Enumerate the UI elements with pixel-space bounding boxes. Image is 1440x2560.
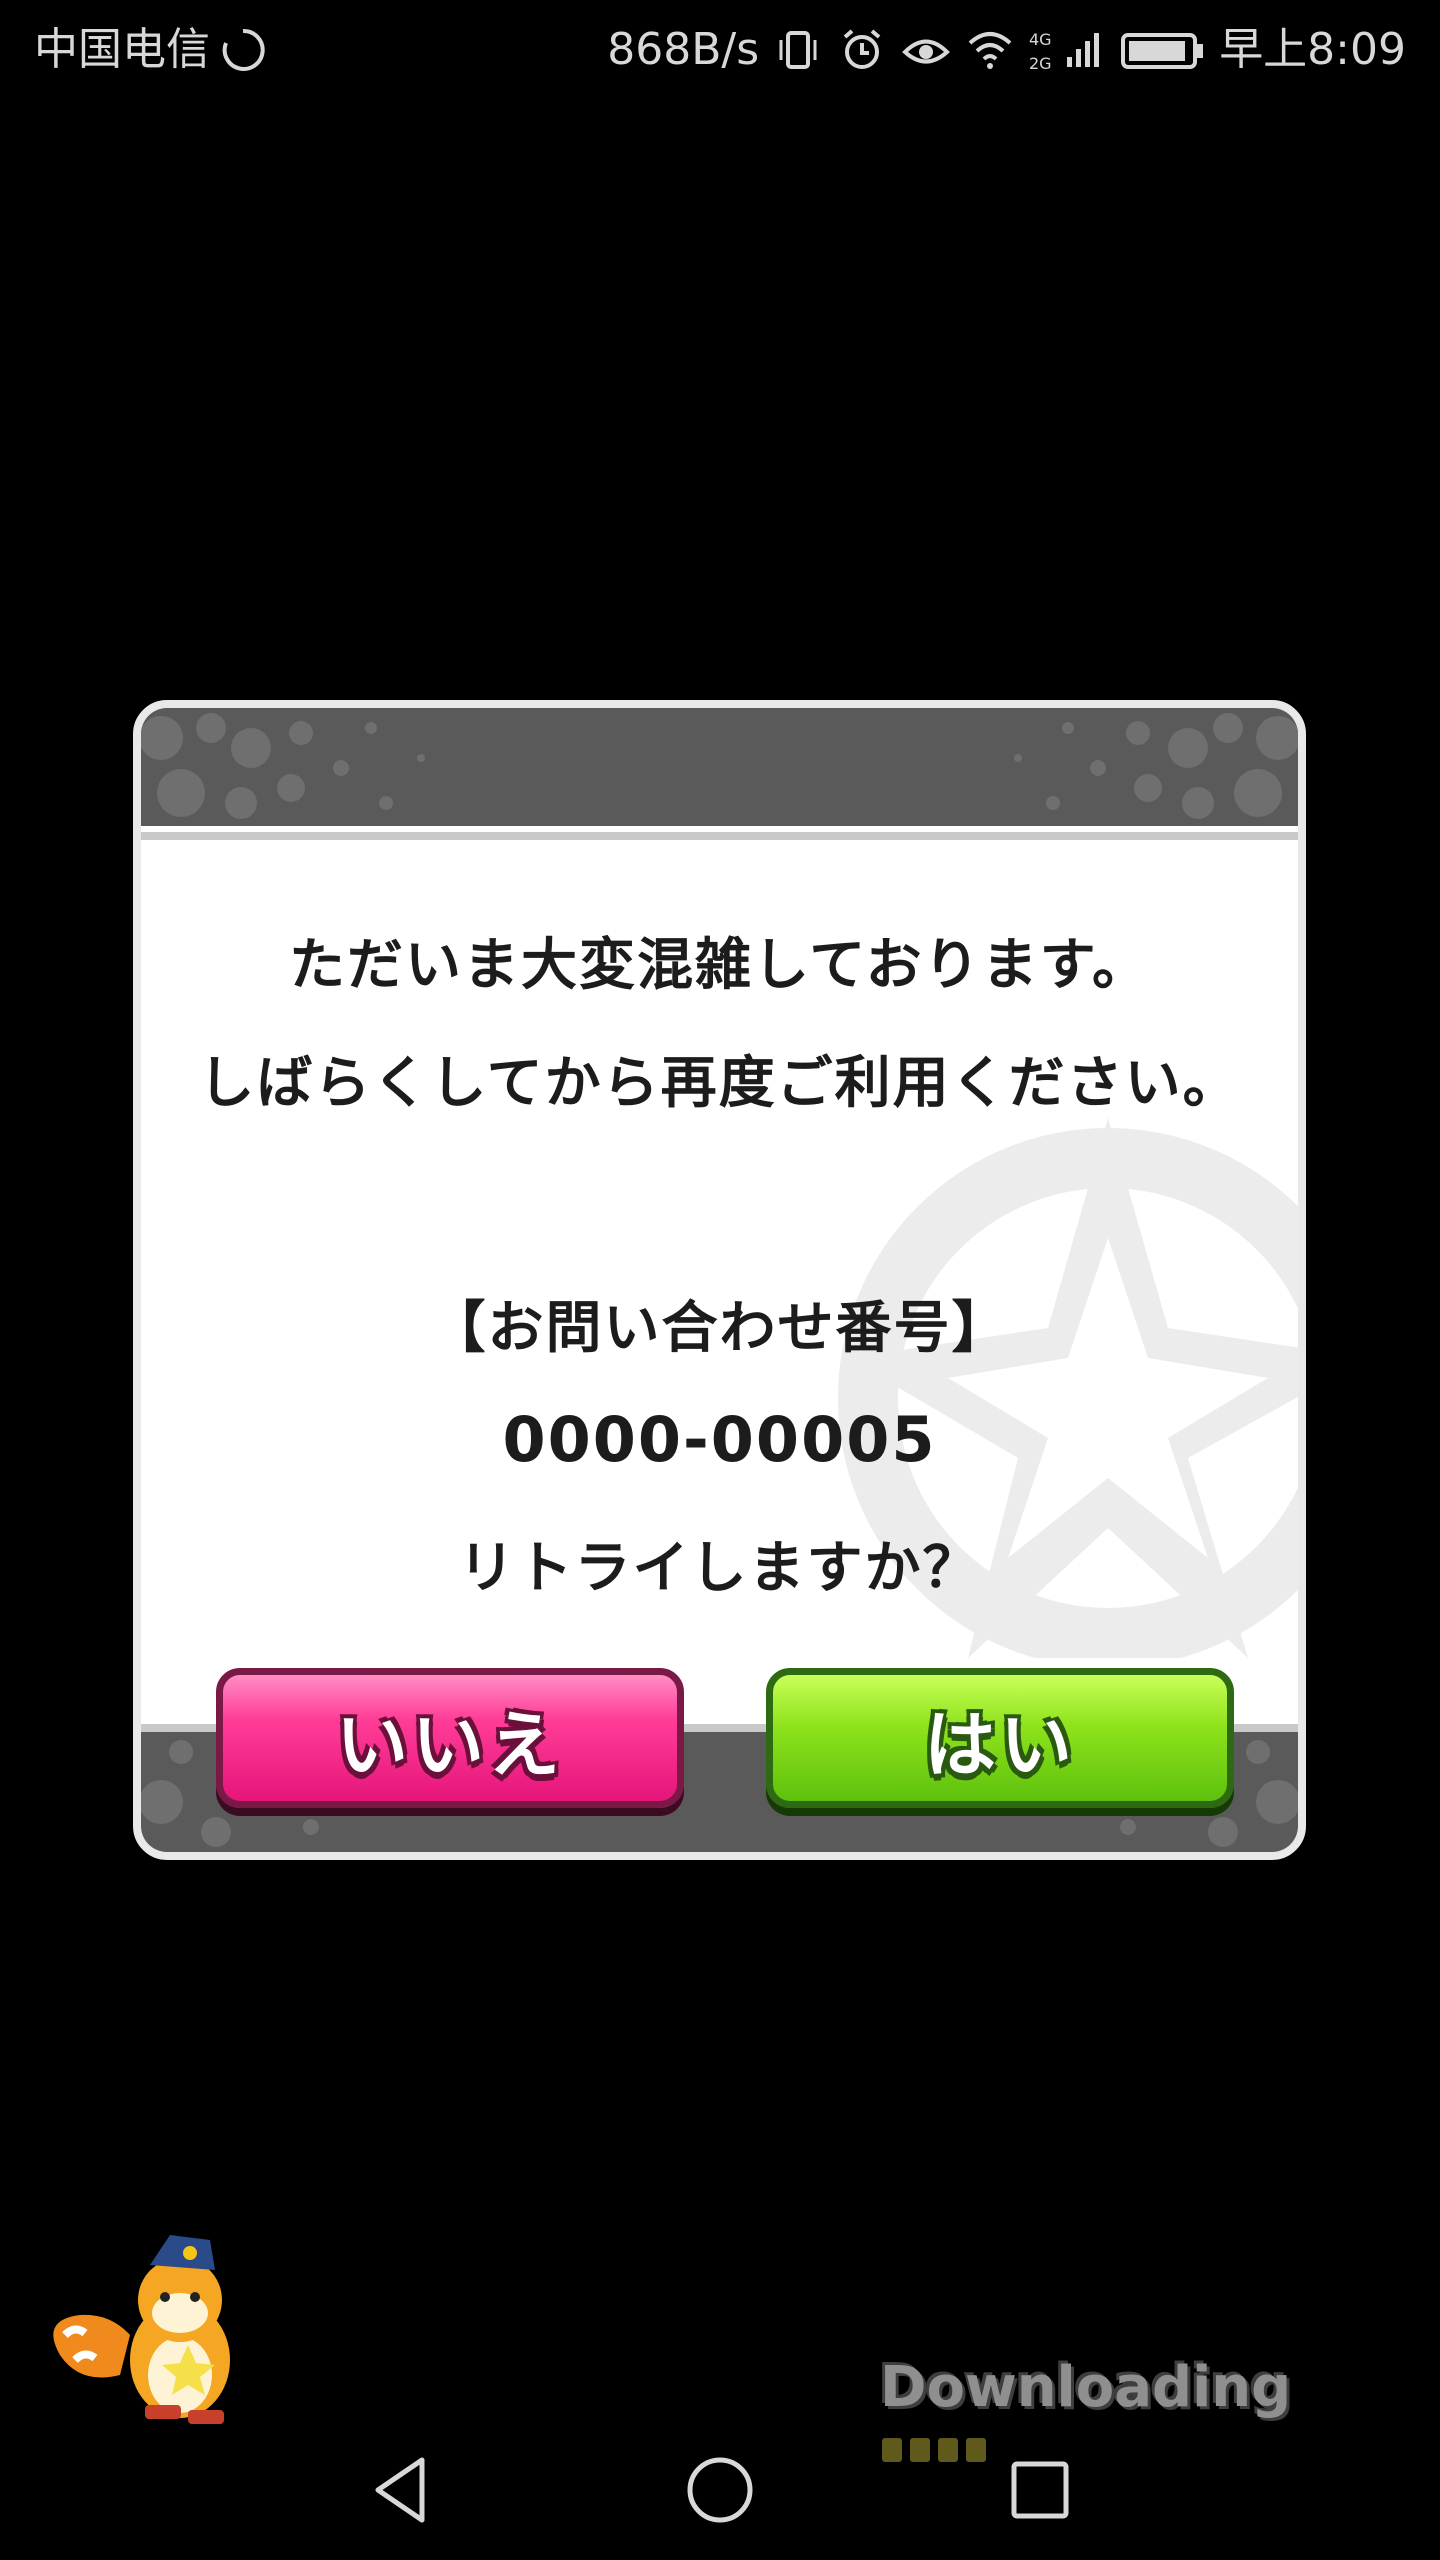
status-bar: 中国电信 868B/s 4G 2G 早上8:09 — [0, 0, 1440, 100]
dot-pattern — [1014, 713, 1298, 819]
wifi-icon — [965, 25, 1015, 75]
downloading-label: Downloading — [880, 2355, 1292, 2420]
dot-pattern — [141, 713, 425, 819]
message-line-2: しばらくしてから再度ご利用ください。 — [198, 1051, 1241, 1116]
net-speed: 868B/s — [607, 24, 760, 75]
dialog-header-divider — [141, 826, 1298, 840]
clock: 早上8:09 — [1219, 24, 1406, 75]
inquiry-label: 【お問い合わせ番号】 — [429, 1296, 1010, 1361]
signal-icon: 4G 2G — [1029, 25, 1107, 75]
vibrate-icon — [773, 25, 823, 75]
carrier-name: 中国电信 — [34, 24, 210, 75]
navigation-bar — [0, 2420, 1440, 2560]
yes-button[interactable]: はい — [766, 1668, 1234, 1808]
message-line-1: ただいま大変混雑しております。 — [288, 933, 1151, 998]
no-button[interactable]: いいえ — [216, 1668, 684, 1808]
svg-text:2G: 2G — [1029, 54, 1052, 73]
home-icon[interactable] — [680, 2450, 760, 2530]
dialog-header-band — [141, 708, 1298, 826]
battery-icon — [1121, 25, 1205, 75]
tanuki-mascot-icon — [53, 2235, 230, 2424]
alarm-icon — [837, 25, 887, 75]
eye-icon — [901, 25, 951, 75]
loading-spinner-icon — [218, 25, 268, 75]
recent-apps-icon[interactable] — [1000, 2450, 1080, 2530]
busy-server-dialog: ただいま大変混雑しております。 しばらくしてから再度ご利用ください。 【お問い合… — [133, 700, 1306, 1860]
retry-question: リトライしますか？ — [458, 1536, 981, 1601]
inquiry-number: 0000-00005 — [502, 1403, 937, 1476]
back-icon[interactable] — [360, 2450, 440, 2530]
screen: 中国电信 868B/s 4G 2G 早上8:09 ただいま大変混雑しております。… — [0, 0, 1440, 2560]
svg-text:4G: 4G — [1029, 30, 1052, 49]
